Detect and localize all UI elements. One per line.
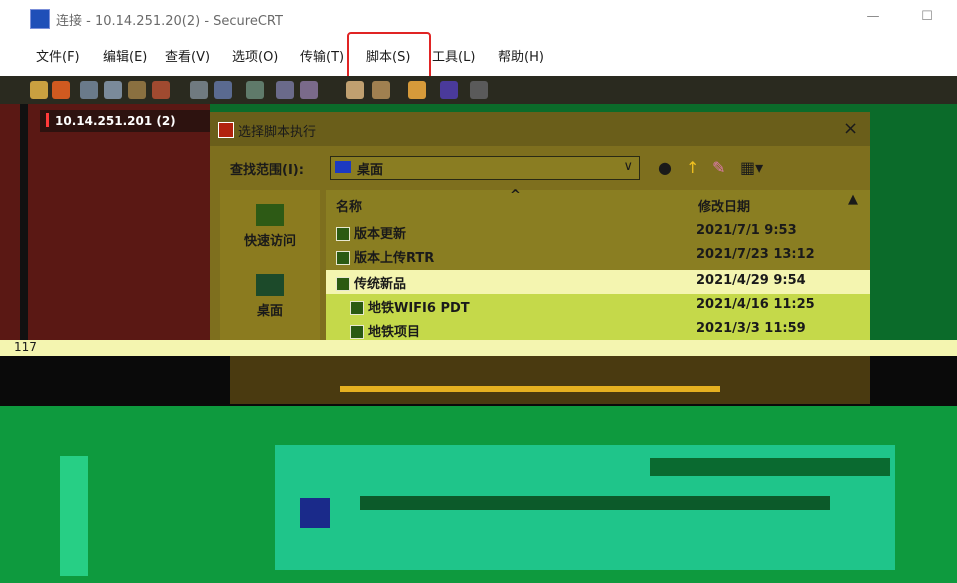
file-name: 地铁项目 <box>368 325 421 340</box>
chevron-down-icon: ∨ <box>623 159 633 174</box>
shortcut-icon <box>350 301 364 315</box>
file-date: 2021/4/16 11:25 <box>696 297 815 312</box>
sort-ascending-icon: ^ <box>510 188 521 203</box>
find-icon[interactable] <box>214 81 232 99</box>
file-name: 传统新品 <box>354 277 407 292</box>
shortcut-icon <box>336 251 350 265</box>
securecrt-app-icon <box>30 9 50 29</box>
sftp-icon[interactable] <box>346 81 364 99</box>
column-header-date[interactable]: 修改日期 <box>698 196 750 215</box>
place-desktop[interactable]: 桌面 <box>220 274 320 319</box>
active-tab-marker <box>46 113 49 127</box>
lookin-value: 桌面 <box>357 163 384 178</box>
glitch-band <box>650 458 890 476</box>
file-date: 2021/4/29 9:54 <box>696 273 806 288</box>
reconnect-icon[interactable] <box>104 81 122 99</box>
up-folder-icon[interactable]: ↑ <box>686 158 699 177</box>
star-icon <box>256 204 284 226</box>
desktop-icon <box>256 274 284 296</box>
file-date: 2021/7/1 9:53 <box>696 223 797 238</box>
place-desktop-label: 桌面 <box>256 304 283 319</box>
window-titlebar: 连接 - 10.14.251.20(2) - SecureCRT — ☐ <box>0 0 957 36</box>
settings-icon[interactable] <box>276 81 294 99</box>
maximize-button[interactable]: ☐ <box>916 6 938 28</box>
view-menu-icon[interactable]: ▦▾ <box>740 158 763 177</box>
shortcut-icon <box>350 325 364 339</box>
place-quick-access[interactable]: 快速访问 <box>220 204 320 249</box>
help-icon[interactable] <box>440 81 458 99</box>
menu-view[interactable]: 查看(V) <box>165 46 210 65</box>
screen-icon[interactable] <box>470 81 488 99</box>
back-icon[interactable]: ● <box>658 158 672 177</box>
file-name: 版本上传RTR <box>354 251 435 266</box>
dialog-close-button[interactable]: × <box>843 118 858 139</box>
dialog-title: 选择脚本执行 <box>238 125 317 140</box>
file-row[interactable]: 版本更新 2021/7/1 9:53 <box>326 220 870 244</box>
file-date: 2021/3/3 11:59 <box>696 321 806 336</box>
panel-divider <box>20 104 28 344</box>
menu-help[interactable]: 帮助(H) <box>498 46 544 65</box>
glitch-band <box>0 340 957 356</box>
file-row[interactable]: 地铁WIFI6 PDT 2021/4/16 11:25 <box>326 294 870 318</box>
menu-file[interactable]: 文件(F) <box>36 46 80 65</box>
keymap-icon[interactable] <box>372 81 390 99</box>
shortcut-icon <box>336 277 350 291</box>
file-row[interactable]: 版本上传RTR 2021/7/23 13:12 <box>326 244 870 268</box>
file-row[interactable]: 地铁项目 2021/3/3 11:59 <box>326 318 870 342</box>
scroll-up-icon[interactable]: ▲ <box>848 192 858 207</box>
file-name: 地铁WIFI6 PDT <box>368 301 470 316</box>
quick-connect-icon[interactable] <box>52 81 70 99</box>
copy-icon[interactable] <box>152 81 170 99</box>
place-quick-access-label: 快速访问 <box>243 234 296 249</box>
desktop-folder-icon <box>335 161 351 173</box>
lookin-row: 查找范围(I): 桌面 ∨ ● ↑ ✎ ▦▾ <box>210 146 870 188</box>
glitch-band <box>340 386 720 392</box>
session-tab-label: 10.14.251.201 (2) <box>55 114 176 128</box>
menu-bar: 文件(F) 编辑(E) 查看(V) 选项(O) 传输(T) 脚本(S) 工具(L… <box>0 36 957 76</box>
file-date: 2021/7/23 13:12 <box>696 247 815 262</box>
menu-options[interactable]: 选项(O) <box>232 46 278 65</box>
session-tab-icon[interactable] <box>80 81 98 99</box>
column-header-name[interactable]: 名称 <box>336 196 362 215</box>
glitch-band <box>360 496 830 510</box>
disconnect-icon[interactable] <box>128 81 146 99</box>
dialog-titlebar: 选择脚本执行 × <box>210 112 870 146</box>
toolbar <box>0 76 957 104</box>
window-title: 连接 - 10.14.251.20(2) - SecureCRT <box>56 14 283 29</box>
print-icon[interactable] <box>246 81 264 99</box>
paste-icon[interactable] <box>190 81 208 99</box>
connect-icon[interactable] <box>30 81 48 99</box>
lookin-dropdown[interactable]: 桌面 ∨ <box>330 156 640 180</box>
shortcut-icon <box>336 227 350 241</box>
glitch-band <box>230 356 870 404</box>
minimize-button[interactable]: — <box>862 6 884 28</box>
menu-edit[interactable]: 编辑(E) <box>103 46 147 65</box>
global-options-icon[interactable] <box>300 81 318 99</box>
session-tab[interactable]: 10.14.251.201 (2) <box>40 110 210 132</box>
glitch-band <box>60 456 88 576</box>
file-name: 版本更新 <box>354 227 407 242</box>
line-counter: 117 <box>14 340 37 354</box>
dialog-app-icon <box>218 122 234 138</box>
script-icon[interactable] <box>408 81 426 99</box>
glitch-band <box>300 498 330 528</box>
file-row[interactable]: 传统新品 2021/4/29 9:54 <box>326 270 870 294</box>
menu-tools[interactable]: 工具(L) <box>432 46 475 65</box>
new-folder-icon[interactable]: ✎ <box>712 158 725 177</box>
menu-transfer[interactable]: 传输(T) <box>300 46 344 65</box>
script-menu-highlight-box <box>347 32 431 80</box>
lookin-label: 查找范围(I): <box>230 163 304 178</box>
